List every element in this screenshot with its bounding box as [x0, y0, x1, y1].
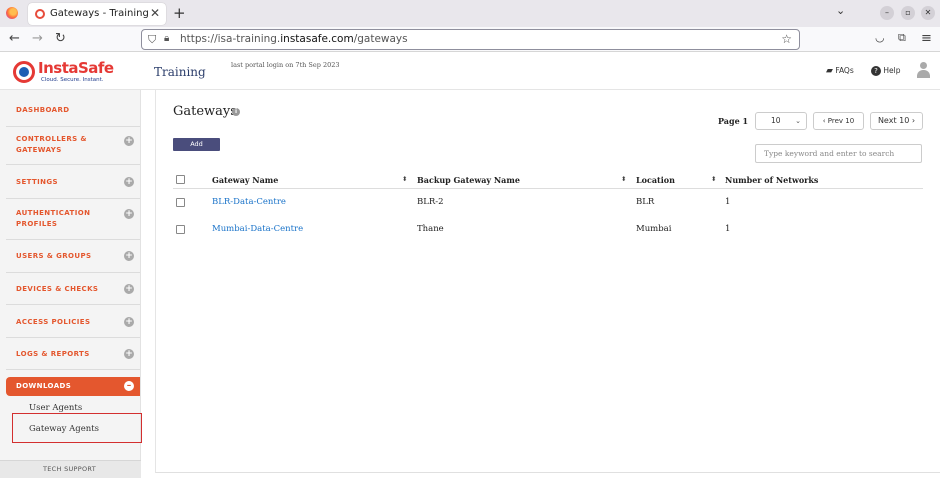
browser-nav-bar: ← → ↻ ⛉ 🔒︎ https://isa-training.instasaf…: [0, 27, 940, 52]
forward-icon[interactable]: →: [32, 31, 43, 46]
main-panel: Gateways i Add Page 1 10 ⌄ ‹ Prev 10 Nex…: [155, 90, 940, 473]
minus-icon[interactable]: –: [124, 381, 134, 391]
faqs-label: FAQs: [835, 66, 854, 75]
sidebar-item-label: LOGS & REPORTS: [16, 350, 90, 358]
app-header: InstaSafe Cloud. Secure. Instant. Traini…: [0, 53, 940, 90]
chevron-down-icon: ⌄: [795, 117, 801, 125]
help-icon: ?: [871, 66, 881, 76]
page-size-value: 10: [771, 116, 781, 125]
sidebar-item-logs-reports[interactable]: LOGS & REPORTS +: [6, 338, 140, 370]
lock-icon[interactable]: 🔒︎: [164, 33, 169, 44]
sidebar-item-label: DEVICES & CHECKS: [16, 285, 99, 293]
avatar-icon[interactable]: [916, 62, 931, 79]
row-checkbox[interactable]: [176, 225, 185, 234]
prev-page-button[interactable]: ‹ Prev 10: [813, 112, 864, 130]
brand-subtitle: Training: [154, 65, 206, 79]
sidebar-item-label: CONTROLLERS & GATEWAYS: [16, 135, 87, 154]
plus-icon[interactable]: +: [124, 136, 134, 146]
minimize-button[interactable]: –: [880, 6, 894, 20]
url-bar[interactable]: ⛉ 🔒︎ https://isa-training.instasafe.com/…: [141, 29, 800, 50]
search-input[interactable]: [755, 144, 922, 163]
star-icon[interactable]: ☆: [781, 32, 792, 46]
list-tabs-icon[interactable]: ⌄: [836, 4, 845, 17]
sort-icon[interactable]: ⬍: [621, 175, 626, 183]
sidebar-item-label: DASHBOARD: [16, 106, 70, 114]
tab-title: Gateways - Training | Inst: [50, 8, 150, 19]
column-header-gateway-name[interactable]: Gateway Name: [212, 175, 278, 185]
new-tab-button[interactable]: +: [173, 4, 186, 22]
location-cell: BLR: [636, 197, 655, 207]
select-all-checkbox[interactable]: [176, 175, 185, 184]
column-header-backup-gateway-name[interactable]: Backup Gateway Name: [417, 175, 520, 185]
logo-tagline: Cloud. Secure. Instant.: [41, 77, 104, 83]
sidebar-item-label: AUTHENTICATION PROFILES: [16, 209, 91, 228]
table-header-row: Gateway Name ⬍ Backup Gateway Name ⬍ Loc…: [173, 170, 923, 189]
back-icon[interactable]: ←: [9, 31, 20, 46]
sidebar-item-users-groups[interactable]: USERS & GROUPS +: [6, 240, 140, 273]
row-checkbox[interactable]: [176, 198, 185, 207]
next-page-button[interactable]: Next 10 ›: [870, 112, 923, 130]
tech-support[interactable]: TECH SUPPORT: [0, 460, 141, 478]
sidebar-item-label: USERS & GROUPS: [16, 252, 92, 260]
browser-tab-bar: Gateways - Training | Inst ✕ + ⌄ – ▫ ✕: [0, 0, 940, 27]
backup-gateway-cell: BLR-2: [417, 197, 444, 207]
reload-icon[interactable]: ↻: [55, 31, 66, 46]
plus-icon[interactable]: +: [124, 317, 134, 327]
sort-icon[interactable]: ⬍: [402, 175, 407, 183]
extensions-icon[interactable]: ⧉: [898, 31, 906, 45]
close-tab-icon[interactable]: ✕: [150, 6, 160, 20]
page-size-select[interactable]: 10 ⌄: [755, 112, 807, 130]
tab-favicon-icon: [35, 9, 45, 19]
faq-icon: ▰: [826, 66, 833, 76]
page-title: Gateways: [173, 104, 237, 119]
sidebar-item-access-policies[interactable]: ACCESS POLICIES +: [6, 305, 140, 338]
plus-icon[interactable]: +: [124, 177, 134, 187]
menu-icon[interactable]: ≡: [921, 31, 932, 46]
sidebar-item-label: DOWNLOADS: [16, 382, 72, 390]
sidebar-item-downloads[interactable]: DOWNLOADS –: [6, 377, 140, 396]
plus-icon[interactable]: +: [124, 251, 134, 261]
info-icon[interactable]: i: [232, 108, 240, 116]
shield-icon[interactable]: ⛉: [148, 33, 156, 47]
sidebar-item-settings[interactable]: SETTINGS +: [6, 165, 140, 199]
table-row: BLR-Data-Centre BLR-2 BLR 1: [173, 189, 923, 216]
faqs-link[interactable]: ▰ FAQs: [826, 66, 854, 76]
gateway-name-link[interactable]: Mumbai-Data-Centre: [212, 224, 303, 234]
sidebar-item-label: ACCESS POLICIES: [16, 318, 91, 326]
firefox-icon: [6, 7, 18, 19]
sort-icon[interactable]: ⬍: [711, 175, 716, 183]
column-header-number-of-networks[interactable]: Number of Networks: [725, 175, 818, 185]
sidebar-subitem-user-agents[interactable]: User Agents: [29, 403, 82, 413]
gateway-name-link[interactable]: BLR-Data-Centre: [212, 197, 286, 207]
sidebar-item-controllers-gateways[interactable]: CONTROLLERS & GATEWAYS +: [6, 127, 140, 165]
logo-mark-icon: [13, 61, 35, 83]
pocket-icon[interactable]: ◡: [875, 31, 885, 44]
location-cell: Mumbai: [636, 224, 672, 234]
help-link[interactable]: ? Help: [871, 66, 901, 76]
plus-icon[interactable]: +: [124, 349, 134, 359]
sidebar-item-dashboard[interactable]: DASHBOARD: [6, 90, 140, 127]
sidebar-item-devices-checks[interactable]: DEVICES & CHECKS +: [6, 273, 140, 305]
close-window-button[interactable]: ✕: [921, 6, 935, 20]
column-header-location[interactable]: Location: [636, 175, 675, 185]
plus-icon[interactable]: +: [124, 209, 134, 219]
url-text[interactable]: https://isa-training.instasafe.com/gatew…: [180, 33, 408, 45]
backup-gateway-cell: Thane: [417, 224, 444, 234]
highlight-box: [12, 413, 142, 443]
maximize-button[interactable]: ▫: [901, 6, 915, 20]
logo-text: InstaSafe: [38, 59, 114, 77]
page-indicator: Page 1: [718, 116, 749, 126]
last-login-text: last portal login on 7th Sep 2023: [231, 61, 340, 69]
sidebar-item-label: SETTINGS: [16, 178, 58, 186]
browser-tab[interactable]: Gateways - Training | Inst ✕: [28, 3, 166, 25]
add-gateway-button[interactable]: Add: [173, 138, 220, 151]
sidebar-item-authentication-profiles[interactable]: AUTHENTICATION PROFILES +: [6, 199, 140, 240]
networks-count-cell: 1: [725, 224, 731, 234]
help-label: Help: [883, 66, 901, 75]
networks-count-cell: 1: [725, 197, 731, 207]
tech-support-label: TECH SUPPORT: [43, 465, 97, 473]
table-row: Mumbai-Data-Centre Thane Mumbai 1: [173, 216, 923, 243]
plus-icon[interactable]: +: [124, 284, 134, 294]
